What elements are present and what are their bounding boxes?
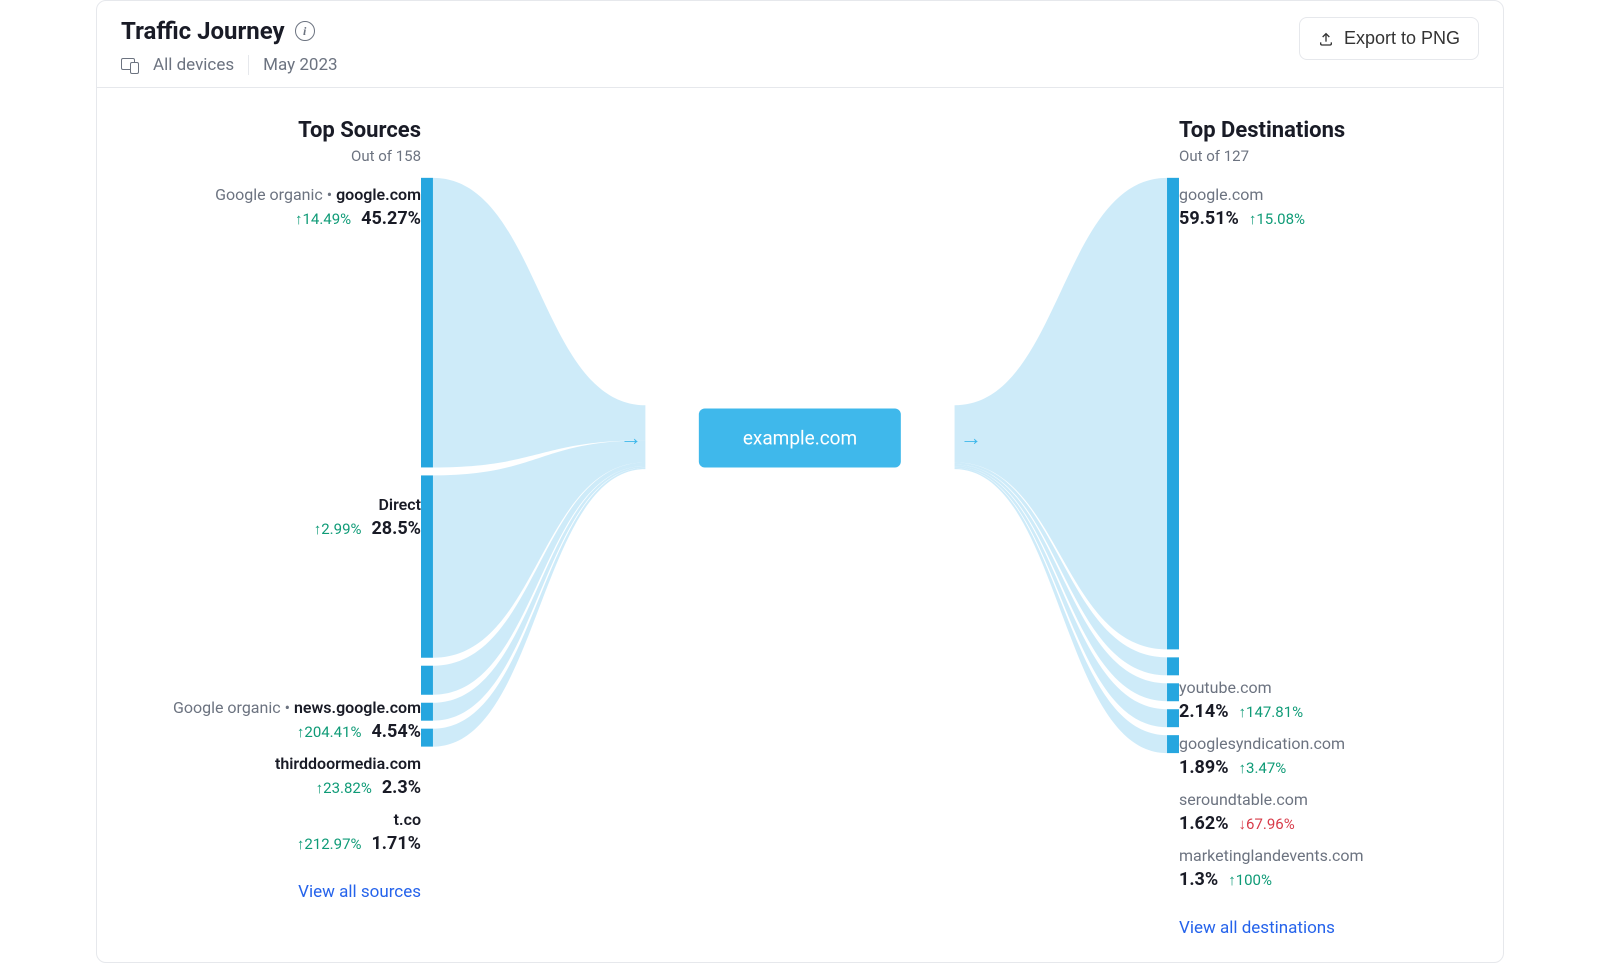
destination-item[interactable]: googlesyndication.com 1.89% ↑3.47% <box>1179 728 1479 784</box>
source-item[interactable]: Direct ↑2.99% 28.5% <box>121 489 421 545</box>
sources-title: Top Sources <box>298 118 421 143</box>
source-item[interactable]: thirddoormedia.com ↑23.82% 2.3% <box>121 748 421 804</box>
trend-change: ↑212.97% <box>297 835 362 853</box>
source-label: thirddoormedia.com <box>121 754 421 773</box>
share-pct: 28.5% <box>371 518 421 539</box>
traffic-journey-card: Traffic Journey i All devices May 2023 E… <box>96 0 1504 963</box>
share-pct: 1.89% <box>1179 757 1229 778</box>
trend-change: ↑100% <box>1228 871 1272 889</box>
arrow-in-icon: → <box>620 425 642 451</box>
view-all-sources-link[interactable]: View all sources <box>298 882 421 902</box>
share-pct: 1.71% <box>371 833 421 854</box>
trend-change: ↓67.96% <box>1239 815 1295 833</box>
card-title: Traffic Journey <box>121 17 285 45</box>
share-pct: 1.62% <box>1179 813 1229 834</box>
source-item[interactable]: Google organic • google.com ↑14.49% 45.2… <box>121 179 421 235</box>
source-label: Google organic • google.com <box>121 185 421 204</box>
destination-item[interactable]: seroundtable.com 1.62% ↓67.96% <box>1179 784 1479 840</box>
trend-change: ↑14.49% <box>295 210 351 228</box>
separator <box>248 55 249 75</box>
devices-filter[interactable]: All devices <box>153 55 234 75</box>
sankey-chart: → example.com → <box>421 118 1179 758</box>
source-label: Google organic • news.google.com <box>121 698 421 717</box>
destination-label: youtube.com <box>1179 678 1479 697</box>
trend-change: ↑147.81% <box>1239 703 1304 721</box>
source-item[interactable]: t.co ↑212.97% 1.71% <box>121 804 421 860</box>
sources-subtitle: Out of 158 <box>351 147 421 165</box>
trend-change: ↑15.08% <box>1249 210 1305 228</box>
destinations-list: google.com 59.51% ↑15.08% youtube.com 2.… <box>1179 165 1479 896</box>
trend-change: ↑2.99% <box>314 520 362 538</box>
card-header: Traffic Journey i All devices May 2023 E… <box>97 1 1503 88</box>
source-label: t.co <box>121 810 421 829</box>
arrow-out-icon: → <box>960 425 982 451</box>
share-pct: 4.54% <box>371 721 421 742</box>
source-label: Direct <box>121 495 421 514</box>
destination-label: seroundtable.com <box>1179 790 1479 809</box>
destination-item[interactable]: youtube.com 2.14% ↑147.81% <box>1179 672 1479 728</box>
export-png-button[interactable]: Export to PNG <box>1299 17 1479 60</box>
trend-change: ↑3.47% <box>1239 759 1287 777</box>
trend-change: ↑204.41% <box>297 723 362 741</box>
destination-item[interactable]: google.com 59.51% ↑15.08% <box>1179 179 1479 235</box>
destinations-title: Top Destinations <box>1179 118 1345 143</box>
source-item[interactable]: Google organic • news.google.com ↑204.41… <box>121 692 421 748</box>
devices-icon <box>121 58 139 72</box>
trend-change: ↑23.82% <box>316 779 372 797</box>
share-pct: 45.27% <box>361 208 421 229</box>
share-pct: 59.51% <box>1179 208 1239 229</box>
destination-label: google.com <box>1179 185 1479 204</box>
sources-column: Top Sources Out of 158 Google organic • … <box>121 118 421 938</box>
destination-label: marketinglandevents.com <box>1179 846 1479 865</box>
period-filter[interactable]: May 2023 <box>263 55 337 75</box>
header-left: Traffic Journey i All devices May 2023 <box>121 17 338 75</box>
info-icon[interactable]: i <box>295 21 315 41</box>
destination-item[interactable]: marketinglandevents.com 1.3% ↑100% <box>1179 840 1479 896</box>
destinations-subtitle: Out of 127 <box>1179 147 1249 165</box>
sources-list: Google organic • google.com ↑14.49% 45.2… <box>121 165 421 860</box>
destinations-column: Top Destinations Out of 127 google.com 5… <box>1179 118 1479 938</box>
export-label: Export to PNG <box>1344 28 1460 49</box>
share-pct: 1.3% <box>1179 869 1218 890</box>
upload-icon <box>1318 31 1334 47</box>
center-domain-node[interactable]: example.com <box>699 409 901 468</box>
view-all-destinations-link[interactable]: View all destinations <box>1179 918 1335 938</box>
card-body: Top Sources Out of 158 Google organic • … <box>97 88 1503 962</box>
share-pct: 2.3% <box>382 777 421 798</box>
destination-label: googlesyndication.com <box>1179 734 1479 753</box>
share-pct: 2.14% <box>1179 701 1229 722</box>
